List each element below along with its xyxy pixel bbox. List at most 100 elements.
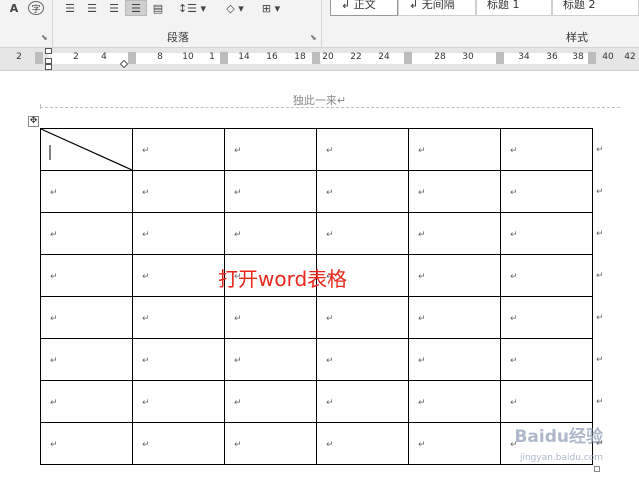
- cell-end-mark: ↵: [50, 440, 58, 450]
- table-cell[interactable]: ↵: [40, 338, 133, 381]
- table-cell[interactable]: ↵: [500, 380, 593, 423]
- table-cell[interactable]: ↵: [224, 338, 317, 381]
- table-cell[interactable]: ↵: [132, 170, 225, 213]
- ruler-label: 40: [602, 52, 614, 62]
- table-cell[interactable]: ↵: [316, 296, 409, 339]
- cell-end-mark: ↵: [50, 230, 58, 240]
- style-no-spacing[interactable]: ↲ 无间隔: [398, 0, 476, 16]
- line-spacing-icon[interactable]: ↕☰ ▾: [177, 0, 207, 16]
- column-marker[interactable]: [128, 52, 136, 64]
- table-cell[interactable]: ↵: [224, 296, 317, 339]
- table-cell[interactable]: ↵: [500, 128, 593, 171]
- table-cell[interactable]: ↵: [40, 422, 133, 465]
- table-cell[interactable]: ↵: [316, 380, 409, 423]
- shading-icon[interactable]: ◇ ▾: [220, 0, 250, 16]
- table-cell[interactable]: ↵: [224, 128, 317, 171]
- align-left-icon[interactable]: ☰: [60, 0, 80, 16]
- column-marker[interactable]: [588, 52, 596, 64]
- cell-end-mark: ↵: [142, 188, 150, 198]
- table-cell[interactable]: ↵: [408, 296, 501, 339]
- table-cell[interactable]: ↵: [40, 254, 133, 297]
- table-cell[interactable]: ↵: [408, 170, 501, 213]
- page-header-text[interactable]: 独此一来↵: [0, 92, 639, 108]
- cell-end-mark: ↵: [50, 356, 58, 366]
- table-cell[interactable]: ↵: [132, 380, 225, 423]
- cell-end-mark: ↵: [142, 398, 150, 408]
- justify-icon[interactable]: ☰: [125, 0, 147, 16]
- document-page[interactable]: 独此一来↵ ✥ ↵ ↵ ↵ ↵ ↵ ↵ ↵ ↵ ↵ ↵ ↵ ↵ ↵ ↵ ↵ ↵ ↵ ↵ ↵ ↵ ↵ ↵ ↵ ↵ ↵ ↵ ↵ ↵ ↵ ↵ ↵ ↵…: [0, 71, 639, 479]
- table-cell[interactable]: ↵: [408, 254, 501, 297]
- table-cell[interactable]: ↵: [40, 170, 133, 213]
- table-move-handle-icon[interactable]: ✥: [28, 116, 39, 127]
- column-marker[interactable]: [35, 52, 43, 64]
- style-normal[interactable]: ↲ 正文: [330, 0, 398, 16]
- cell-end-mark: ↵: [418, 314, 426, 324]
- word-table[interactable]: ↵ ↵ ↵ ↵ ↵ ↵ ↵ ↵ ↵ ↵ ↵ ↵ ↵ ↵ ↵ ↵ ↵ ↵ ↵ ↵ ↵ ↵ ↵ ↵ ↵ ↵ ↵ ↵ ↵ ↵ ↵ ↵ ↵ ↵ ↵ ↵ ↵ ↵ ↵ ↵…: [40, 128, 593, 465]
- font-color-icon[interactable]: A: [6, 0, 22, 16]
- column-marker[interactable]: [496, 52, 504, 64]
- table-cell[interactable]: ↵: [132, 128, 225, 171]
- table-cell[interactable]: ↵: [224, 422, 317, 465]
- cell-end-mark: ↵: [234, 398, 242, 408]
- row-end-mark: ↵: [596, 229, 604, 239]
- distributed-icon[interactable]: ▤: [148, 0, 168, 16]
- table-cell[interactable]: ↵: [408, 128, 501, 171]
- table-row: ↵ ↵ ↵ ↵ ↵ ↵: [40, 380, 593, 423]
- table-cell[interactable]: ↵: [132, 212, 225, 255]
- horizontal-ruler[interactable]: 2 2 4 8 10 1 14 16 18 20 22 24 28 30 34 …: [0, 48, 639, 71]
- table-cell[interactable]: ↵: [500, 338, 593, 381]
- table-cell[interactable]: ↵: [40, 212, 133, 255]
- cell-end-mark: ↵: [50, 272, 58, 282]
- table-cell[interactable]: ↵: [500, 296, 593, 339]
- style-heading-2[interactable]: 标题 2: [552, 0, 639, 16]
- ruler-label: 22: [350, 52, 362, 62]
- table-cell[interactable]: ↵: [316, 128, 409, 171]
- table-cell[interactable]: ↵: [132, 296, 225, 339]
- align-center-icon[interactable]: ☰: [82, 0, 102, 16]
- phonetic-guide-icon[interactable]: 字: [28, 1, 44, 15]
- table-cell[interactable]: ↵: [40, 296, 133, 339]
- column-marker[interactable]: [404, 52, 412, 64]
- table-cell[interactable]: ↵: [224, 170, 317, 213]
- table-cell[interactable]: ↵: [500, 170, 593, 213]
- cell-end-mark: ↵: [142, 440, 150, 450]
- cell-end-mark: ↵: [510, 146, 518, 156]
- table-cell[interactable]: ↵: [316, 338, 409, 381]
- row-end-mark: ↵: [596, 187, 604, 197]
- ruler-label: 24: [378, 52, 390, 62]
- ruler-label: 28: [434, 52, 446, 62]
- table-cell[interactable]: ↵: [224, 380, 317, 423]
- cell-end-mark: ↵: [234, 146, 242, 156]
- ruler-label: 8: [157, 52, 163, 62]
- table-cell[interactable]: ↵: [316, 170, 409, 213]
- column-marker[interactable]: [312, 52, 320, 64]
- table-cell[interactable]: ↵: [132, 338, 225, 381]
- header-separator: [40, 107, 620, 108]
- column-marker[interactable]: [220, 52, 228, 64]
- table-cell[interactable]: ↵: [500, 254, 593, 297]
- table-cell[interactable]: ↵: [132, 254, 225, 297]
- table-cell[interactable]: ↵: [408, 338, 501, 381]
- dialog-launcher-icon[interactable]: ⬊: [41, 33, 48, 42]
- table-cell[interactable]: ↵: [132, 422, 225, 465]
- table-cell[interactable]: ↵: [224, 212, 317, 255]
- style-heading-1[interactable]: 标题 1: [476, 0, 552, 16]
- table-cell[interactable]: ↵: [316, 212, 409, 255]
- cell-end-mark: ↵: [326, 440, 334, 450]
- left-indent-marker[interactable]: [45, 64, 52, 70]
- row-end-mark: ↵: [596, 145, 604, 155]
- borders-icon[interactable]: ⊞ ▾: [256, 0, 286, 16]
- table-cell[interactable]: ↵: [316, 422, 409, 465]
- table-row: ↵ ↵ ↵ ↵ ↵ ↵: [40, 338, 593, 381]
- table-cell[interactable]: ↵: [408, 212, 501, 255]
- table-cell[interactable]: ↵: [40, 380, 133, 423]
- table-cell[interactable]: ↵: [500, 212, 593, 255]
- align-right-icon[interactable]: ☰: [104, 0, 124, 16]
- dialog-launcher-icon[interactable]: ⬊: [310, 33, 317, 42]
- table-resize-handle[interactable]: [594, 466, 600, 472]
- cell-end-mark: ↵: [142, 146, 150, 156]
- table-cell[interactable]: ↵: [408, 422, 501, 465]
- table-cell[interactable]: ↵: [408, 380, 501, 423]
- first-line-indent-marker[interactable]: [45, 48, 52, 54]
- cell-end-mark: ↵: [234, 356, 242, 366]
